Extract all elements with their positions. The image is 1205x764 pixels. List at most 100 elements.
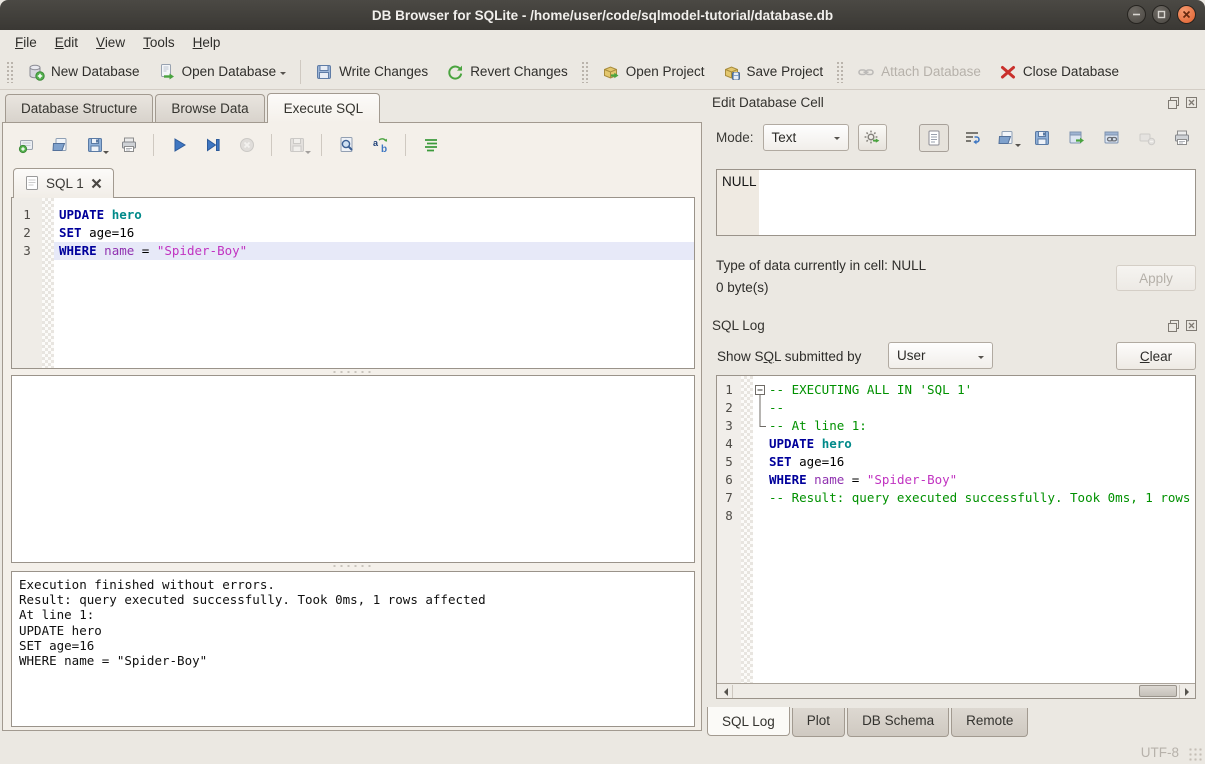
svg-text:b: b [381,144,387,155]
chevron-down-icon[interactable] [103,151,109,157]
fold-marker-icon[interactable] [753,399,767,417]
menu-help[interactable]: Help [184,32,230,53]
apply-button[interactable]: Apply [1116,265,1196,291]
tab-execute-sql[interactable]: Execute SQL [267,93,381,123]
db-new-icon [27,63,45,81]
bottom-tab-db-schema[interactable]: DB Schema [847,708,949,737]
cell-value-editor[interactable]: NULL [716,169,1196,236]
log-horizontal-scrollbar[interactable] [717,683,1195,698]
code-text: -- EXECUTING ALL IN 'SQL 1' [769,381,1195,399]
titlebar[interactable]: DB Browser for SQLite - /home/user/code/… [0,0,1205,30]
minimize-button[interactable] [1127,5,1146,24]
doc-icon [924,128,944,148]
bottom-tab-remote[interactable]: Remote [951,708,1028,737]
line-number: 6 [717,471,741,489]
new-database-button[interactable]: New Database [18,59,149,85]
save-project-button[interactable]: Save Project [714,59,833,85]
line-number: 3 [717,417,741,435]
revert-changes-button[interactable]: Revert Changes [437,59,577,85]
code-line: 2SET age=16 [12,224,694,242]
log-filter-select[interactable]: User [888,342,993,369]
tab-database-structure[interactable]: Database Structure [5,94,153,122]
menu-file[interactable]: File [6,32,46,53]
fold-marker-icon[interactable] [753,417,767,435]
code-text: WHERE name = "Spider-Boy" [769,471,1195,489]
find-button[interactable] [333,132,360,159]
close-database-button[interactable]: Close Database [990,59,1128,85]
sql-editor-toolbar: ab [13,129,444,161]
tab-browse-data[interactable]: Browse Data [155,94,264,122]
resize-grip[interactable] [1188,747,1202,761]
sql-code-editor[interactable]: 1UPDATE hero2SET age=163WHERE name = "Sp… [11,197,695,369]
clear-log-button[interactable]: Clear [1116,342,1196,370]
close-button[interactable] [1177,5,1196,24]
find-replace-button[interactable]: ab [367,132,394,159]
close-tab-icon[interactable] [91,178,102,189]
import-data-button[interactable] [995,126,1019,150]
print-sql-button[interactable] [115,132,142,159]
open-project-button[interactable]: Open Project [593,59,714,85]
menu-edit[interactable]: Edit [46,32,87,53]
svg-text:a: a [373,138,379,148]
mode-value: Text [772,130,797,145]
mode-select[interactable]: Text [763,124,849,151]
print-cell-button[interactable] [1170,126,1194,150]
log-filter-label: Show SQL submitted by [717,349,861,364]
results-table-pane[interactable] [11,375,695,563]
chevron-down-icon[interactable] [305,151,311,157]
sql-document-tab[interactable]: SQL 1 [13,168,114,198]
revert-icon [446,63,464,81]
float-panel-icon[interactable] [1166,95,1180,109]
toolbar-handle[interactable] [581,61,589,83]
toolbar-handle[interactable] [836,61,844,83]
chevron-down-icon[interactable] [280,72,286,78]
fold-marker-icon[interactable] [753,381,767,399]
execute-current-line-button[interactable] [199,132,226,159]
maximize-button[interactable] [1152,5,1171,24]
cell-editor-toolbar [919,124,1194,152]
sql-log-view[interactable]: 1 -- EXECUTING ALL IN 'SQL 1'2--3 -- At li… [716,375,1196,699]
auto-apply-button[interactable] [858,124,887,151]
execute-all-button[interactable] [165,132,192,159]
toolbar-handle[interactable] [6,61,14,83]
attach-database-label: Attach Database [881,64,981,79]
splitter-results-message[interactable] [11,563,695,569]
code-line: 2-- [717,399,1195,417]
scroll-right-icon[interactable] [1179,685,1194,698]
scrollbar-thumb[interactable] [1139,685,1177,697]
menu-tools[interactable]: Tools [134,32,184,53]
gear-icon [862,127,882,147]
chevron-down-icon[interactable] [1015,144,1021,150]
text-mode-button[interactable] [919,124,949,152]
code-text: -- At line 1: [769,417,1195,435]
float-panel-icon[interactable] [1166,318,1180,332]
save-project-label: Save Project [747,64,824,79]
copy-data-link-button[interactable] [1100,126,1124,150]
word-wrap-button[interactable] [960,126,984,150]
line-number: 1 [12,206,42,224]
close-panel-icon[interactable] [1184,318,1198,332]
save-sql-file-button[interactable] [81,132,108,159]
code-line: 4UPDATE hero [717,435,1195,453]
code-text: UPDATE hero [59,206,694,224]
line-number: 1 [717,381,741,399]
open-sql-file-button[interactable] [47,132,74,159]
close-panel-icon[interactable] [1184,95,1198,109]
export-data-button[interactable] [1030,126,1054,150]
open-external-button[interactable] [1065,126,1089,150]
new-sql-tab-button[interactable] [13,132,40,159]
bottom-tab-sql-log[interactable]: SQL Log [707,707,790,736]
attach-icon [857,63,875,81]
execute-sql-page: ab SQL 1 1UPDATE hero2SET age=163WHERE n… [2,122,702,731]
toolbar-separator [300,60,301,84]
execution-message-pane[interactable]: Execution finished without errors.Result… [11,571,695,727]
format-sql-button[interactable] [417,132,444,159]
open-database-button[interactable]: Open Database [149,59,296,85]
bottom-tab-plot[interactable]: Plot [792,708,845,737]
chevron-down-icon [978,356,984,362]
scroll-left-icon[interactable] [718,685,733,698]
set-null-button [1135,126,1159,150]
menu-view[interactable]: View [87,32,134,53]
write-changes-button[interactable]: Write Changes [306,59,437,85]
sql-document-tab-bar: SQL 1 [13,166,114,197]
